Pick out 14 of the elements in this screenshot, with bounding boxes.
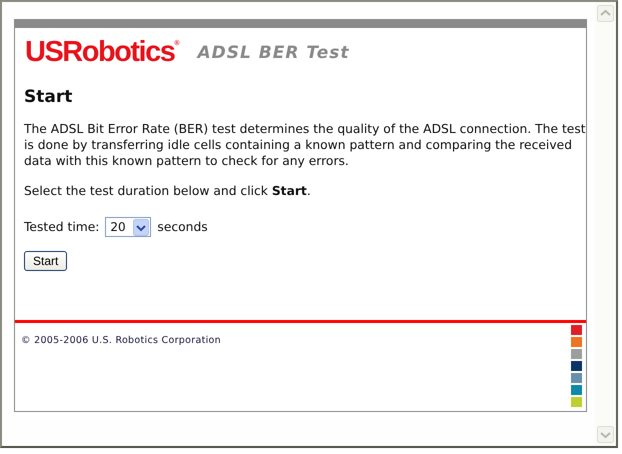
instruction-text: Select the test duration below and click Start. (24, 183, 312, 199)
scroll-up-icon[interactable] (597, 5, 614, 22)
section-heading: Start (24, 87, 74, 107)
scrollbar[interactable] (595, 2, 616, 446)
logo: USRobotics$^{®}$ (25, 36, 180, 69)
start-button[interactable]: Start (24, 251, 68, 271)
page-title: ADSL BER Test (198, 42, 350, 62)
dropdown-icon (133, 218, 150, 236)
duration-select[interactable]: 20 (105, 217, 152, 237)
description-text: The ADSL Bit Error Rate (BER) test determines the quality of the ADSL connection. The test is done by transferring idle cells containing a known pattern and comparing the received data with this known pattern to check for any errors. (24, 121, 586, 169)
copyright-text: © 2005-2006 U.S. Robotics Corporation (21, 335, 221, 348)
unit-label: seconds (157, 220, 208, 234)
scroll-down-icon[interactable] (597, 426, 614, 443)
field-label: Tested time: (24, 220, 100, 234)
